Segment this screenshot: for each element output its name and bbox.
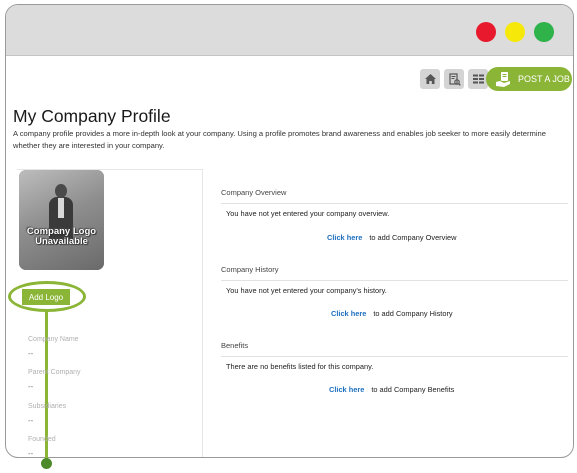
company-overview-message: You have not yet entered your company ov… bbox=[226, 209, 390, 218]
add-company-history-link[interactable]: Click here bbox=[331, 309, 366, 318]
company-logo-placeholder: Company Logo Unavailable bbox=[19, 170, 104, 270]
search-document-icon[interactable] bbox=[444, 69, 464, 89]
add-company-overview-link[interactable]: Click here bbox=[327, 233, 362, 242]
founded-label: Founded bbox=[28, 436, 56, 443]
divider bbox=[221, 280, 568, 281]
logo-unavailable-text: Company Logo Unavailable bbox=[26, 226, 97, 247]
callout-dot bbox=[41, 458, 52, 469]
parent-company-value: -- bbox=[28, 382, 34, 391]
maximize-window-button[interactable] bbox=[534, 22, 554, 42]
company-history-title: Company History bbox=[221, 265, 279, 274]
parent-company-label: Parent Company bbox=[28, 369, 81, 376]
add-company-benefits-suffix: to add Company Benefits bbox=[371, 385, 455, 394]
company-history-add-row: Click here to add Company History bbox=[331, 309, 453, 318]
company-history-message: You have not yet entered your company's … bbox=[226, 286, 387, 295]
close-window-button[interactable] bbox=[476, 22, 496, 42]
post-job-label: POST A JOB bbox=[518, 74, 570, 84]
post-job-icon bbox=[496, 71, 510, 87]
add-company-history-suffix: to add Company History bbox=[373, 309, 453, 318]
company-overview-add-row: Click here to add Company Overview bbox=[327, 233, 456, 242]
divider bbox=[221, 203, 568, 204]
company-name-label: Company Name bbox=[28, 336, 79, 343]
page-description: A company profile provides a more in-dep… bbox=[13, 129, 546, 150]
benefits-message: There are no benefits listed for this co… bbox=[226, 362, 374, 371]
list-icon[interactable] bbox=[468, 69, 488, 89]
page-title: My Company Profile bbox=[13, 106, 171, 126]
benefits-title: Benefits bbox=[221, 341, 249, 350]
minimize-window-button[interactable] bbox=[505, 22, 525, 42]
company-overview-title: Company Overview bbox=[221, 188, 287, 197]
add-company-overview-suffix: to add Company Overview bbox=[369, 233, 457, 242]
subsidiaries-value: -- bbox=[28, 416, 34, 425]
callout-highlight-ellipse bbox=[8, 281, 86, 312]
company-name-value: -- bbox=[28, 349, 34, 358]
subsidiaries-label: Subsidiaries bbox=[28, 403, 67, 410]
home-icon[interactable] bbox=[420, 69, 440, 89]
founded-value: -- bbox=[28, 449, 34, 458]
divider bbox=[221, 356, 568, 357]
benefits-add-row: Click here to add Company Benefits bbox=[329, 385, 454, 394]
add-company-benefits-link[interactable]: Click here bbox=[329, 385, 364, 394]
post-job-button[interactable]: POST A JOB bbox=[486, 67, 572, 91]
